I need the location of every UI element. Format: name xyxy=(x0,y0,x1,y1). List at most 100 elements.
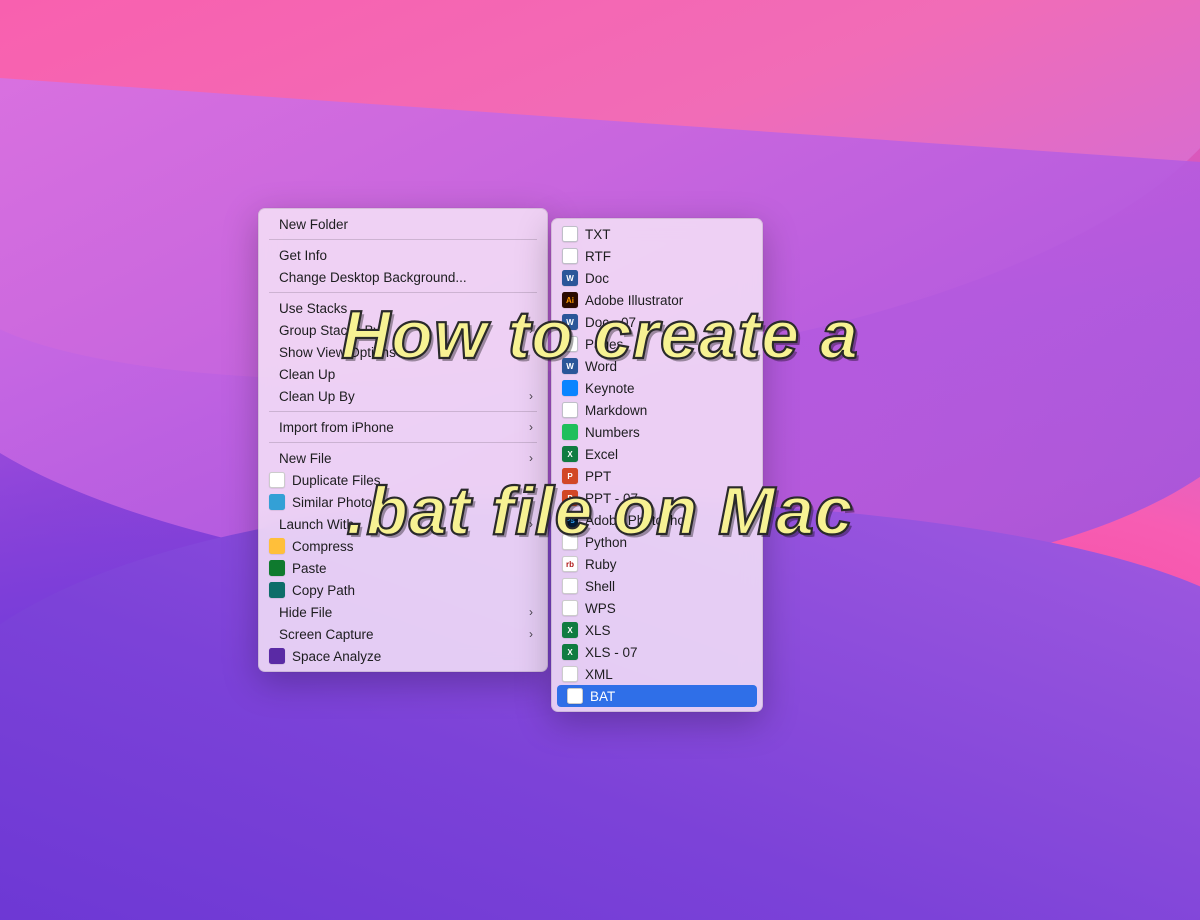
menu-label: Ruby xyxy=(585,557,617,572)
chevron-right-icon: › xyxy=(529,420,533,434)
menu-label: Numbers xyxy=(585,425,640,440)
menu-label: Compress xyxy=(292,539,354,554)
rtf-file-icon xyxy=(562,248,578,264)
submenu-txt[interactable]: TXT xyxy=(552,223,762,245)
chevron-right-icon: › xyxy=(529,323,533,337)
excel-file-icon: X xyxy=(562,446,578,462)
menu-label: Group Stacks By xyxy=(279,323,380,338)
menu-separator xyxy=(269,292,537,293)
pages-file-icon xyxy=(562,336,578,352)
menu-label: Use Stacks xyxy=(279,301,347,316)
chevron-right-icon: › xyxy=(529,605,533,619)
menu-label: Space Analyze xyxy=(292,649,381,664)
menu-hide-file[interactable]: Hide File › xyxy=(259,601,547,623)
menu-group-stacks-by[interactable]: Group Stacks By › xyxy=(259,319,547,341)
space-analyze-icon xyxy=(269,648,285,664)
menu-label: TXT xyxy=(585,227,611,242)
menu-clean-up-by[interactable]: Clean Up By› xyxy=(259,385,547,407)
submenu-xml[interactable]: XML xyxy=(552,663,762,685)
submenu-rtf[interactable]: RTF xyxy=(552,245,762,267)
submenu-doc-07[interactable]: W Doc - 07 xyxy=(552,311,762,333)
menu-label: Similar Photos xyxy=(292,495,379,510)
paste-icon xyxy=(269,560,285,576)
illustrator-file-icon: Ai xyxy=(562,292,578,308)
menu-label: Python xyxy=(585,535,627,550)
word-file-icon: W xyxy=(562,270,578,286)
menu-label: Change Desktop Background... xyxy=(279,270,467,285)
submenu-ppt[interactable]: PPPT xyxy=(552,465,762,487)
menu-similar-photos[interactable]: Similar Photos xyxy=(259,491,547,513)
menu-get-info[interactable]: Get Info xyxy=(259,244,547,266)
menu-label: Doc - 07 xyxy=(585,315,636,330)
submenu-ruby[interactable]: rb Ruby xyxy=(552,553,762,575)
submenu-wps[interactable]: WPS xyxy=(552,597,762,619)
menu-label: Clean Up xyxy=(279,367,335,382)
photoshop-file-icon: Ps xyxy=(562,512,578,528)
submenu-ppt-07[interactable]: P PPT - 07 xyxy=(552,487,762,509)
submenu-photoshop[interactable]: Ps Adobe Photoshop xyxy=(552,509,762,531)
ruby-file-icon: rb xyxy=(562,556,578,572)
chevron-right-icon: › xyxy=(529,517,533,531)
menu-change-desktop-bg[interactable]: Change Desktop Background... xyxy=(259,266,547,288)
similar-photos-icon xyxy=(269,494,285,510)
submenu-numbers[interactable]: Numbers xyxy=(552,421,762,443)
new-file-submenu: TXT RTF W Doc Ai Adobe Illustrator W Doc - … xyxy=(551,218,763,712)
submenu-adobe-illustrator[interactable]: Ai Adobe Illustrator xyxy=(552,289,762,311)
submenu-xls[interactable]: XXLS xyxy=(552,619,762,641)
powerpoint-file-icon: P xyxy=(562,468,578,484)
menu-label: PPT - 07 xyxy=(585,491,638,506)
submenu-shell[interactable]: Shell xyxy=(552,575,762,597)
menu-label: Show View Options xyxy=(279,345,396,360)
submenu-xls-07[interactable]: X XLS - 07 xyxy=(552,641,762,663)
python-file-icon xyxy=(562,534,578,550)
menu-label: Import from iPhone xyxy=(279,420,394,435)
chevron-right-icon: › xyxy=(529,389,533,403)
xml-file-icon xyxy=(562,666,578,682)
menu-copy-path[interactable]: Copy Path xyxy=(259,579,547,601)
menu-show-view-options[interactable]: Show View Options xyxy=(259,341,547,363)
menu-label: Paste xyxy=(292,561,327,576)
submenu-keynote[interactable]: Keynote xyxy=(552,377,762,399)
menu-use-stacks[interactable]: Use Stacks xyxy=(259,297,547,319)
menu-label: Hide File xyxy=(279,605,332,620)
menu-label: Get Info xyxy=(279,248,327,263)
menu-duplicate-files[interactable]: Duplicate Files xyxy=(259,469,547,491)
menu-launch-with[interactable]: Launch With› xyxy=(259,513,547,535)
menu-label: New Folder xyxy=(279,217,348,232)
menu-label: RTF xyxy=(585,249,611,264)
menu-label: Screen Capture xyxy=(279,627,374,642)
copy-path-icon xyxy=(269,582,285,598)
txt-file-icon xyxy=(562,226,578,242)
submenu-bat[interactable]: BAT xyxy=(557,685,757,707)
submenu-word[interactable]: WWord xyxy=(552,355,762,377)
menu-label: Keynote xyxy=(585,381,635,396)
submenu-excel[interactable]: XExcel xyxy=(552,443,762,465)
excel-file-icon: X xyxy=(562,644,578,660)
menu-screen-capture[interactable]: Screen Capture› xyxy=(259,623,547,645)
submenu-doc[interactable]: W Doc xyxy=(552,267,762,289)
menu-label: Adobe Photoshop xyxy=(585,513,692,528)
duplicate-files-icon xyxy=(269,472,285,488)
markdown-file-icon xyxy=(562,402,578,418)
submenu-python[interactable]: Python xyxy=(552,531,762,553)
word-file-icon: W xyxy=(562,358,578,374)
menu-compress[interactable]: Compress xyxy=(259,535,547,557)
menu-label: XLS - 07 xyxy=(585,645,638,660)
word-file-icon: W xyxy=(562,314,578,330)
menu-new-folder[interactable]: New Folder xyxy=(259,213,547,235)
menu-import-from-iphone[interactable]: Import from iPhone › xyxy=(259,416,547,438)
menu-paste[interactable]: Paste xyxy=(259,557,547,579)
menu-label: Shell xyxy=(585,579,615,594)
menu-label: Adobe Illustrator xyxy=(585,293,683,308)
menu-space-analyze[interactable]: Space Analyze xyxy=(259,645,547,667)
menu-clean-up[interactable]: Clean Up xyxy=(259,363,547,385)
menu-label: Copy Path xyxy=(292,583,355,598)
wps-file-icon xyxy=(562,600,578,616)
chevron-right-icon: › xyxy=(529,451,533,465)
submenu-markdown[interactable]: Markdown xyxy=(552,399,762,421)
menu-label: XML xyxy=(585,667,613,682)
powerpoint-file-icon: P xyxy=(562,490,578,506)
menu-new-file[interactable]: New File› xyxy=(259,447,547,469)
menu-label: Doc xyxy=(585,271,609,286)
submenu-pages[interactable]: Pages xyxy=(552,333,762,355)
